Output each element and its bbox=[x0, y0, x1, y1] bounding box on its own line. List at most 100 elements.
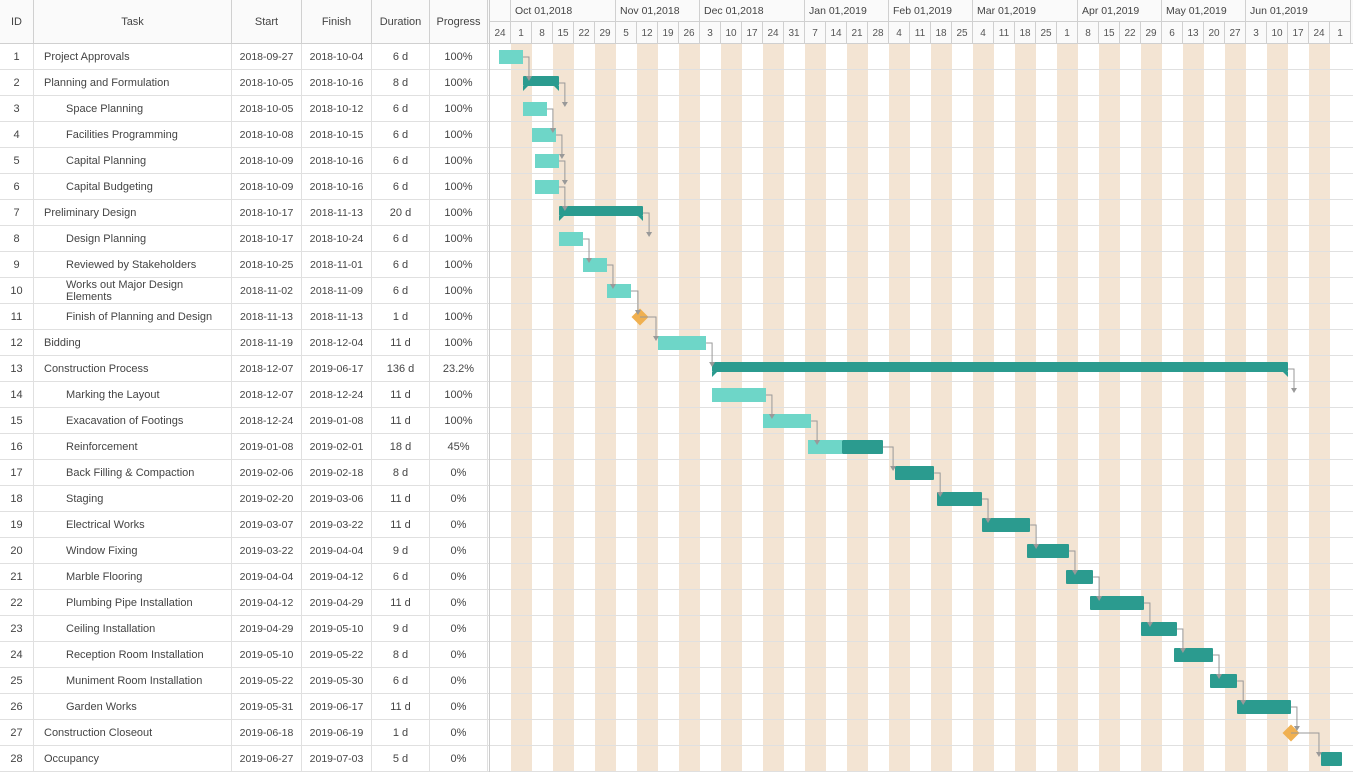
day-label: 22 bbox=[574, 22, 595, 44]
cell-duration: 136 d bbox=[372, 356, 430, 381]
table-row[interactable]: 26Garden Works2019-05-312019-06-1711 d0% bbox=[0, 694, 489, 720]
task-bar[interactable] bbox=[1090, 596, 1144, 610]
gantt-row bbox=[490, 356, 1353, 382]
task-bar[interactable] bbox=[1237, 700, 1291, 714]
cell-id: 21 bbox=[0, 564, 34, 589]
month-label: Dec 01,2018 bbox=[700, 0, 805, 22]
task-bar[interactable] bbox=[658, 336, 706, 350]
day-label: 3 bbox=[700, 22, 721, 44]
day-label: 18 bbox=[931, 22, 952, 44]
task-bar[interactable] bbox=[607, 284, 631, 298]
day-label: 19 bbox=[658, 22, 679, 44]
table-row[interactable]: 6Capital Budgeting2018-10-092018-10-166 … bbox=[0, 174, 489, 200]
cell-progress: 100% bbox=[430, 278, 488, 303]
task-bar[interactable] bbox=[712, 388, 766, 402]
task-bar[interactable] bbox=[499, 50, 523, 64]
table-row[interactable]: 23Ceiling Installation2019-04-292019-05-… bbox=[0, 616, 489, 642]
task-bar[interactable] bbox=[532, 128, 556, 142]
cell-finish: 2019-04-12 bbox=[302, 564, 372, 589]
task-bar[interactable] bbox=[1066, 570, 1093, 584]
table-row[interactable]: 24Reception Room Installation2019-05-102… bbox=[0, 642, 489, 668]
task-bar[interactable] bbox=[583, 258, 607, 272]
table-row[interactable]: 2Planning and Formulation2018-10-052018-… bbox=[0, 70, 489, 96]
table-row[interactable]: 9Reviewed by Stakeholders2018-10-252018-… bbox=[0, 252, 489, 278]
cell-finish: 2019-05-10 bbox=[302, 616, 372, 641]
table-row[interactable]: 1Project Approvals2018-09-272018-10-046 … bbox=[0, 44, 489, 70]
table-row[interactable]: 5Capital Planning2018-10-092018-10-166 d… bbox=[0, 148, 489, 174]
task-bar[interactable] bbox=[535, 180, 559, 194]
task-bar[interactable] bbox=[559, 232, 583, 246]
table-row[interactable]: 10Works out Major Design Elements2018-11… bbox=[0, 278, 489, 304]
table-row[interactable]: 8Design Planning2018-10-172018-10-246 d1… bbox=[0, 226, 489, 252]
task-bar[interactable] bbox=[1321, 752, 1342, 766]
cell-progress: 0% bbox=[430, 538, 488, 563]
milestone-marker[interactable] bbox=[1282, 725, 1299, 742]
cell-finish: 2018-10-16 bbox=[302, 174, 372, 199]
col-id[interactable]: ID bbox=[0, 0, 34, 43]
table-row[interactable]: 18Staging2019-02-202019-03-0611 d0% bbox=[0, 486, 489, 512]
cell-start: 2018-11-02 bbox=[232, 278, 302, 303]
gantt-row bbox=[490, 252, 1353, 278]
cell-start: 2018-10-05 bbox=[232, 96, 302, 121]
task-bar[interactable] bbox=[763, 414, 811, 428]
table-row[interactable]: 7Preliminary Design2018-10-172018-11-132… bbox=[0, 200, 489, 226]
table-row[interactable]: 19Electrical Works2019-03-072019-03-2211… bbox=[0, 512, 489, 538]
cell-start: 2019-03-22 bbox=[232, 538, 302, 563]
table-row[interactable]: 20Window Fixing2019-03-222019-04-049 d0% bbox=[0, 538, 489, 564]
table-row[interactable]: 11Finish of Planning and Design2018-11-1… bbox=[0, 304, 489, 330]
table-row[interactable]: 17Back Filling & Compaction2019-02-06201… bbox=[0, 460, 489, 486]
table-row[interactable]: 27Construction Closeout2019-06-182019-06… bbox=[0, 720, 489, 746]
col-finish[interactable]: Finish bbox=[302, 0, 372, 43]
milestone-marker[interactable] bbox=[631, 309, 648, 326]
gantt-row bbox=[490, 538, 1353, 564]
day-label: 27 bbox=[1225, 22, 1246, 44]
table-row[interactable]: 13Construction Process2018-12-072019-06-… bbox=[0, 356, 489, 382]
cell-task: Works out Major Design Elements bbox=[34, 278, 232, 303]
cell-start: 2019-06-18 bbox=[232, 720, 302, 745]
table-row[interactable]: 21Marble Flooring2019-04-042019-04-126 d… bbox=[0, 564, 489, 590]
task-bar[interactable] bbox=[535, 154, 559, 168]
table-row[interactable]: 12Bidding2018-11-192018-12-0411 d100% bbox=[0, 330, 489, 356]
table-header: ID Task Start Finish Duration Progress bbox=[0, 0, 489, 44]
cell-progress: 0% bbox=[430, 512, 488, 537]
cell-finish: 2019-04-29 bbox=[302, 590, 372, 615]
col-task[interactable]: Task bbox=[34, 0, 232, 43]
summary-bar[interactable] bbox=[523, 76, 559, 86]
cell-finish: 2019-01-08 bbox=[302, 408, 372, 433]
summary-bar[interactable] bbox=[559, 206, 643, 216]
day-label: 14 bbox=[826, 22, 847, 44]
cell-task: Back Filling & Compaction bbox=[34, 460, 232, 485]
table-row[interactable]: 22Plumbing Pipe Installation2019-04-1220… bbox=[0, 590, 489, 616]
cell-progress: 23.2% bbox=[430, 356, 488, 381]
col-progress[interactable]: Progress bbox=[430, 0, 488, 43]
table-row[interactable]: 4Facilities Programming2018-10-082018-10… bbox=[0, 122, 489, 148]
task-bar[interactable] bbox=[937, 492, 982, 506]
task-bar[interactable] bbox=[1174, 648, 1213, 662]
task-bar[interactable] bbox=[1141, 622, 1177, 636]
cell-start: 2019-04-12 bbox=[232, 590, 302, 615]
table-row[interactable]: 3Space Planning2018-10-052018-10-126 d10… bbox=[0, 96, 489, 122]
table-row[interactable]: 14Marking the Layout2018-12-072018-12-24… bbox=[0, 382, 489, 408]
table-row[interactable]: 16Reinforcement2019-01-082019-02-0118 d4… bbox=[0, 434, 489, 460]
day-label: 25 bbox=[952, 22, 973, 44]
task-bar[interactable] bbox=[982, 518, 1030, 532]
gantt-row bbox=[490, 460, 1353, 486]
gantt-chart[interactable]: Oct 01,2018Nov 01,2018Dec 01,2018Jan 01,… bbox=[490, 0, 1353, 772]
task-bar[interactable] bbox=[523, 102, 547, 116]
cell-id: 2 bbox=[0, 70, 34, 95]
table-row[interactable]: 15Exacavation of Footings2018-12-242019-… bbox=[0, 408, 489, 434]
col-duration[interactable]: Duration bbox=[372, 0, 430, 43]
task-bar[interactable] bbox=[895, 466, 934, 480]
task-bar[interactable] bbox=[842, 440, 883, 454]
col-start[interactable]: Start bbox=[232, 0, 302, 43]
summary-bar[interactable] bbox=[712, 362, 1288, 372]
cell-id: 14 bbox=[0, 382, 34, 407]
table-row[interactable]: 28Occupancy2019-06-272019-07-035 d0% bbox=[0, 746, 489, 772]
cell-progress: 100% bbox=[430, 252, 488, 277]
task-bar[interactable] bbox=[1027, 544, 1069, 558]
cell-task: Planning and Formulation bbox=[34, 70, 232, 95]
task-bar[interactable] bbox=[1210, 674, 1237, 688]
cell-duration: 5 d bbox=[372, 746, 430, 771]
month-label: May 01,2019 bbox=[1162, 0, 1246, 22]
table-row[interactable]: 25Muniment Room Installation2019-05-2220… bbox=[0, 668, 489, 694]
